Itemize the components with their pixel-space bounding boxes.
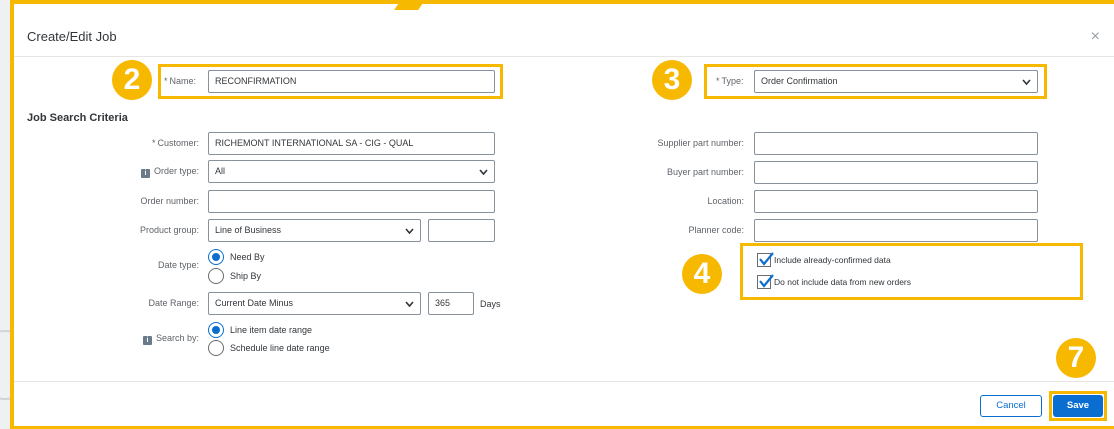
type-label: * Type:: [716, 76, 744, 86]
callout-badge-4: 4: [682, 254, 722, 294]
order-number-label: Order number:: [140, 196, 199, 206]
product-group-extra-input[interactable]: [428, 219, 495, 242]
include-confirmed-checkbox[interactable]: Include already-confirmed data: [757, 252, 891, 267]
radio-unselected[interactable]: [208, 268, 224, 284]
product-group-value: Line of Business: [215, 225, 282, 235]
radio-label: Ship By: [230, 271, 262, 281]
date-range-select[interactable]: Current Date Minus: [208, 292, 421, 315]
checkbox-checked[interactable]: [757, 252, 774, 267]
info-icon[interactable]: i: [140, 169, 150, 178]
chevron-down-icon: [405, 227, 414, 235]
order-number-input[interactable]: [208, 190, 495, 213]
order-type-label: i Order type:: [140, 166, 199, 178]
chevron-down-icon: [405, 300, 414, 308]
checkmark-icon: [759, 252, 774, 266]
callout-badge-7: 7: [1056, 338, 1096, 378]
planner-code-input[interactable]: [754, 219, 1038, 242]
create-edit-job-dialog: Create/Edit Job × * Name: RECONFIRMATION …: [10, 0, 1114, 429]
buyer-part-input[interactable]: [754, 161, 1038, 184]
checkbox-label: Include already-confirmed data: [774, 255, 891, 265]
radio-label: Need By: [230, 252, 265, 262]
radio-label: Schedule line date range: [230, 343, 330, 353]
required-mark: *: [151, 138, 156, 148]
callout-badge-2: 2: [112, 60, 152, 100]
name-label-text: Name:: [169, 76, 197, 86]
checkmark-icon: [759, 274, 774, 288]
type-select[interactable]: Order Confirmation: [754, 70, 1038, 93]
date-range-value: Current Date Minus: [215, 298, 294, 308]
order-type-select[interactable]: All: [208, 160, 495, 183]
location-label: Location:: [707, 196, 744, 206]
required-mark: *: [164, 76, 168, 86]
customer-label-text: Customer:: [157, 138, 199, 148]
chevron-down-icon: [479, 168, 488, 176]
date-range-label: Date Range:: [148, 298, 199, 308]
product-group-label: Product group:: [139, 225, 199, 235]
highlight-checkboxes: [740, 243, 1083, 300]
planner-code-label: Planner code:: [688, 225, 744, 235]
supplier-part-label: Supplier part number:: [657, 138, 744, 148]
date-type-need-by-radio[interactable]: Need By: [208, 249, 265, 265]
days-unit-label: Days: [480, 299, 501, 309]
cancel-button[interactable]: Cancel: [980, 395, 1042, 417]
section-title: Job Search Criteria: [27, 112, 128, 124]
date-type-label: Date type:: [157, 260, 199, 270]
dialog-title: Create/Edit Job: [27, 29, 117, 44]
radio-selected[interactable]: [208, 249, 224, 265]
checkbox-checked[interactable]: [757, 274, 774, 289]
checkbox-label: Do not include data from new orders: [774, 277, 912, 287]
close-icon[interactable]: ×: [1091, 28, 1100, 46]
chevron-down-icon: [1022, 78, 1031, 86]
radio-unselected[interactable]: [208, 340, 224, 356]
date-range-days-input[interactable]: 365: [428, 292, 474, 315]
type-label-text: Type:: [721, 76, 744, 86]
search-by-line-item-radio[interactable]: Line item date range: [208, 322, 312, 338]
search-by-label-text: Search by:: [155, 333, 199, 343]
product-group-select[interactable]: Line of Business: [208, 219, 421, 242]
customer-input[interactable]: RICHEMONT INTERNATIONAL SA - CIG - QUAL: [208, 132, 495, 155]
required-mark: *: [716, 76, 720, 86]
date-type-ship-by-radio[interactable]: Ship By: [208, 268, 261, 284]
name-input[interactable]: RECONFIRMATION: [208, 70, 495, 93]
type-select-value: Order Confirmation: [761, 76, 838, 86]
location-input[interactable]: [754, 190, 1038, 213]
search-by-schedule-line-radio[interactable]: Schedule line date range: [208, 340, 330, 356]
save-button[interactable]: Save: [1053, 395, 1103, 417]
title-divider: [14, 56, 1114, 57]
footer-divider: [14, 381, 1114, 382]
callout-pointer: [394, 0, 428, 10]
radio-selected[interactable]: [208, 322, 224, 338]
order-type-label-text: Order type:: [153, 166, 199, 176]
order-type-value: All: [215, 166, 226, 176]
radio-label: Line item date range: [230, 325, 313, 335]
customer-label: * Customer:: [152, 138, 199, 148]
exclude-new-orders-checkbox[interactable]: Do not include data from new orders: [757, 274, 912, 289]
name-label: * Name:: [164, 76, 196, 86]
info-icon[interactable]: i: [142, 336, 152, 345]
buyer-part-label: Buyer part number:: [666, 167, 744, 177]
supplier-part-input[interactable]: [754, 132, 1038, 155]
callout-badge-3: 3: [652, 60, 692, 100]
search-by-label: i Search by:: [142, 333, 199, 345]
